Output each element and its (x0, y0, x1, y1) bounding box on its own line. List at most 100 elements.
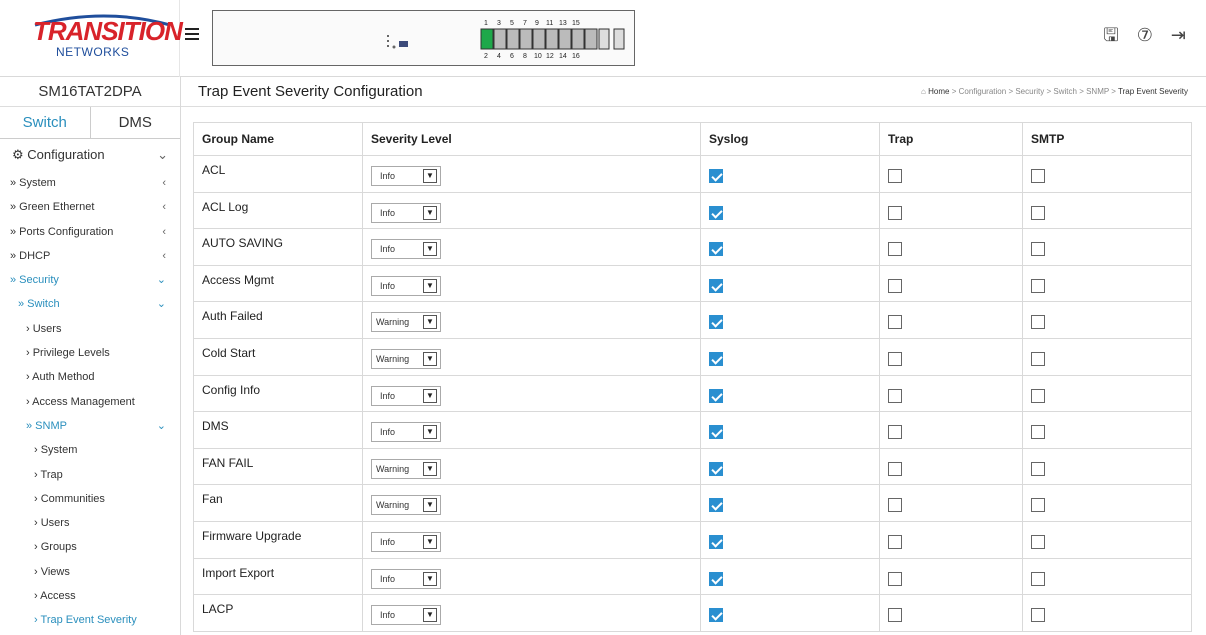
sidebar-item-snmp-groups[interactable]: › Groups (0, 535, 180, 559)
tab-dms[interactable]: DMS (91, 107, 181, 138)
severity-select[interactable]: Warning ▼ (371, 458, 441, 479)
smtp-checkbox[interactable] (1031, 571, 1045, 586)
syslog-checkbox[interactable] (709, 315, 723, 330)
smtp-checkbox[interactable] (1031, 278, 1045, 293)
menu-icon[interactable] (185, 28, 199, 40)
sidebar-item-access-management[interactable]: › Access Management (0, 390, 180, 414)
trap-checkbox[interactable] (888, 169, 902, 183)
severity-select[interactable]: Info ▼ (371, 202, 441, 223)
syslog-checkbox[interactable] (709, 498, 723, 513)
syslog-checkbox[interactable] (709, 608, 723, 623)
trap-checkbox[interactable] (888, 571, 902, 586)
trap-checkbox[interactable] (888, 498, 902, 513)
smtp-checkbox[interactable] (1031, 169, 1045, 183)
smtp-checkbox[interactable] (1031, 242, 1045, 257)
sidebar-item-users[interactable]: › Users (0, 317, 180, 341)
trap-checkbox[interactable] (888, 351, 902, 366)
sidebar-item-dhcp[interactable]: » DHCP ‹ (0, 244, 180, 268)
breadcrumb-security[interactable]: Security (1015, 87, 1044, 96)
svg-text:11: 11 (546, 20, 553, 27)
breadcrumb-switch[interactable]: Switch (1053, 87, 1077, 96)
device-front-panel[interactable]: 1357 9 11 13 15 2468 10 12 14 16 (212, 10, 635, 66)
severity-select[interactable]: Warning ▼ (371, 348, 441, 369)
trap-checkbox[interactable] (888, 388, 902, 403)
syslog-checkbox[interactable] (709, 169, 723, 183)
breadcrumb-configuration[interactable]: Configuration (959, 87, 1007, 96)
severity-cell: Info ▼ (362, 374, 701, 413)
sidebar-item-security[interactable]: » Security ⌄ (0, 268, 180, 292)
svg-text:14: 14 (559, 53, 567, 60)
trap-checkbox[interactable] (888, 425, 902, 440)
sidebar-item-snmp-system[interactable]: › System (0, 438, 180, 462)
breadcrumb-home[interactable]: Home (928, 87, 949, 96)
severity-select[interactable]: Info ▼ (371, 422, 441, 443)
sidebar-item-trap-event-severity[interactable]: › Trap Event Severity (0, 608, 180, 632)
sidebar-item-snmp-views[interactable]: › Views (0, 560, 180, 584)
sidebar-item-switch[interactable]: » Switch ⌄ (0, 292, 180, 316)
severity-select[interactable]: Warning ▼ (371, 312, 441, 333)
severity-select[interactable]: Info ▼ (371, 531, 441, 552)
syslog-cell (700, 155, 880, 193)
smtp-checkbox[interactable] (1031, 498, 1045, 513)
trap-cell (879, 337, 1023, 376)
syslog-checkbox[interactable] (709, 351, 723, 366)
smtp-checkbox[interactable] (1031, 608, 1045, 623)
trap-checkbox[interactable] (888, 608, 902, 623)
sidebar-item-snmp[interactable]: » SNMP ⌄ (0, 414, 180, 438)
sidebar-item-snmp-trap[interactable]: › Trap (0, 463, 180, 487)
severity-select[interactable]: Info ▼ (371, 605, 441, 626)
smtp-checkbox[interactable] (1031, 388, 1045, 403)
sidebar-item-ports-configuration[interactable]: » Ports Configuration ‹ (0, 220, 180, 244)
severity-value: Warning (376, 317, 410, 328)
trap-checkbox[interactable] (888, 315, 902, 330)
syslog-checkbox[interactable] (709, 278, 723, 293)
sidebar-item-green-ethernet[interactable]: » Green Ethernet ‹ (0, 195, 180, 219)
severity-select[interactable]: Info ▼ (371, 239, 441, 260)
sidebar-item-label: › Groups (34, 541, 77, 554)
syslog-checkbox[interactable] (709, 205, 723, 220)
nav-configuration[interactable]: ⚙ Configuration ⌄ (0, 139, 180, 171)
top-bar: TRANSITION NETWORKS 1 3 5 7 9 11 13 15 2… (0, 0, 1206, 77)
sidebar-item-snmp-communities[interactable]: › Communities (0, 487, 180, 511)
chevron-down-icon: ▼ (423, 351, 437, 366)
syslog-checkbox[interactable] (709, 571, 723, 586)
table-row: Fan Warning ▼ (193, 484, 1192, 522)
severity-select[interactable]: Warning ▼ (371, 495, 441, 516)
smtp-checkbox[interactable] (1031, 351, 1045, 366)
syslog-checkbox[interactable] (709, 242, 723, 257)
severity-value: Warning (376, 463, 410, 474)
severity-select[interactable]: Info ▼ (371, 275, 441, 296)
brand-logo[interactable]: TRANSITION NETWORKS (0, 0, 183, 77)
severity-select[interactable]: Info ▼ (371, 385, 441, 406)
sidebar-item-auth-method[interactable]: › Auth Method (0, 365, 180, 389)
trap-checkbox[interactable] (888, 205, 902, 220)
trap-checkbox[interactable] (888, 461, 902, 476)
smtp-checkbox[interactable] (1031, 315, 1045, 330)
smtp-checkbox[interactable] (1031, 461, 1045, 476)
severity-select[interactable]: Info ▼ (371, 568, 441, 589)
severity-select[interactable]: Info ▼ (371, 166, 441, 186)
sidebar-item-privilege-levels[interactable]: › Privilege Levels (0, 341, 180, 365)
save-icon[interactable]: 🖫 (1103, 26, 1118, 44)
tab-switch[interactable]: Switch (0, 107, 91, 138)
syslog-checkbox[interactable] (709, 461, 723, 476)
smtp-checkbox[interactable] (1031, 205, 1045, 220)
sidebar-item-label: › Views (34, 565, 70, 578)
syslog-checkbox[interactable] (709, 388, 723, 403)
logout-icon[interactable]: ⇥ (1171, 26, 1186, 44)
trap-checkbox[interactable] (888, 534, 902, 549)
smtp-checkbox[interactable] (1031, 425, 1045, 440)
syslog-checkbox[interactable] (709, 425, 723, 440)
group-name-cell: Config Info (193, 374, 363, 413)
trap-checkbox[interactable] (888, 242, 902, 257)
syslog-checkbox[interactable] (709, 534, 723, 549)
group-name-cell: Firmware Upgrade (193, 520, 363, 559)
sidebar-item-snmp-access[interactable]: › Access (0, 584, 180, 608)
sidebar-item-system[interactable]: » System ‹ (0, 171, 180, 195)
trap-checkbox[interactable] (888, 278, 902, 293)
help-icon[interactable]: ⑦ (1137, 26, 1153, 44)
smtp-checkbox[interactable] (1031, 534, 1045, 549)
severity-cell: Warning ▼ (362, 484, 701, 522)
breadcrumb-snmp[interactable]: SNMP (1086, 87, 1109, 96)
sidebar-item-snmp-users[interactable]: › Users (0, 511, 180, 535)
